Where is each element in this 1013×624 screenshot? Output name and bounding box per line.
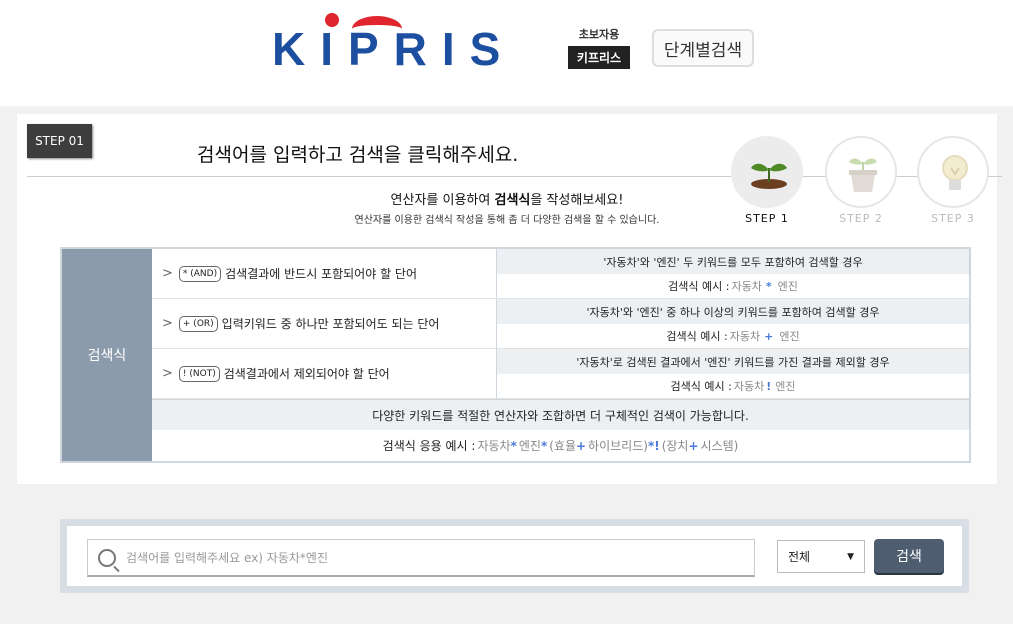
sprout-icon	[731, 136, 803, 208]
step-search-button[interactable]: 단계별검색	[652, 29, 754, 67]
step-progress: STEP 1 STEP 2 STEP 3	[729, 136, 999, 236]
operator-table: 검색식 > * (AND) 검색결과에 반드시 포함되어야 할 단어 '자동차'…	[60, 247, 971, 463]
flowerpot-icon	[825, 136, 897, 208]
example-operator: !	[766, 379, 772, 393]
example-term: (효율	[549, 439, 576, 453]
chevron-right-icon: >	[162, 316, 173, 331]
example-body: 검색식 예시 : 자동차 ! 엔진	[496, 374, 969, 399]
caret-down-icon: ▼	[847, 551, 854, 562]
beginner-main-label: 키프리스	[568, 46, 630, 69]
example-body: 검색식 예시 : 자동차 * 엔진	[496, 274, 969, 299]
search-box[interactable]	[87, 539, 755, 577]
logo-text: KIPRIS	[272, 23, 516, 75]
example-term: 엔진	[777, 280, 798, 293]
example-operator: +	[764, 329, 774, 343]
subtitle-bold: 검색식	[494, 193, 531, 208]
combination-example: 검색식 응용 예시 : 자동차 * 엔진 * (효율 + 하이브리드) *! (장치 + 시스템)	[152, 430, 969, 461]
example-label: 검색식 예시 :	[670, 380, 732, 393]
step-3-label: STEP 3	[931, 212, 975, 225]
operator-row-and: > * (AND) 검색결과에 반드시 포함되어야 할 단어	[152, 249, 496, 299]
subtitle-suffix: 을 작성해보세요!	[530, 193, 624, 208]
example-head: '자동차'와 '엔진' 두 키워드를 모두 포함하여 검색할 경우	[496, 249, 969, 274]
example-operator: *	[510, 438, 517, 453]
lightbulb-icon	[917, 136, 989, 208]
example-term: 하이브리드)	[588, 439, 648, 453]
combination-label: 검색식 응용 예시 :	[382, 439, 476, 453]
example-operator: +	[688, 438, 699, 453]
example-operator: !	[654, 438, 660, 453]
description: 연산자를 이용한 검색식 작성을 통해 좀 더 다양한 검색을 할 수 있습니다…	[354, 215, 660, 226]
search-button[interactable]: 검색	[874, 539, 944, 573]
example-term: 자동차	[731, 280, 762, 293]
step-badge: STEP 01	[27, 124, 92, 158]
step-2: STEP 2	[823, 136, 899, 225]
chevron-right-icon: >	[162, 366, 173, 381]
example-label: 검색식 예시 :	[668, 280, 730, 293]
search-panel: 전체 ▼ 검색	[60, 519, 969, 593]
search-scope-value: 전체	[788, 550, 811, 564]
example-term: 엔진	[779, 330, 800, 343]
main-panel: STEP 01 검색어를 입력하고 검색을 클릭해주세요. STEP 1 STE…	[17, 114, 1002, 484]
combination-note: 다양한 키워드를 적절한 연산자와 조합하면 더 구체적인 검색이 가능합니다.	[152, 399, 969, 430]
operator-row-not: > ! (NOT) 검색결과에서 제외되어야 할 단어	[152, 349, 496, 399]
operator-row-or: > + (OR) 입력키워드 중 하나만 포함되어도 되는 단어	[152, 299, 496, 349]
operator-desc: 검색결과에서 제외되어야 할 단어	[223, 367, 390, 381]
step-3: STEP 3	[915, 136, 991, 225]
kipris-logo[interactable]: KIPRIS	[272, 13, 542, 75]
subtitle-prefix: 연산자를 이용하여	[390, 193, 495, 208]
operator-badge-or: + (OR)	[178, 315, 218, 332]
example-term: 자동차	[729, 330, 761, 343]
operator-table-side-label: 검색식	[62, 249, 152, 461]
beginner-mode-label: 초보자용 키프리스	[568, 26, 630, 69]
operator-badge-not: ! (NOT)	[178, 365, 220, 382]
search-icon	[98, 548, 116, 567]
search-input[interactable]	[126, 550, 726, 565]
example-operator: *	[540, 438, 548, 453]
example-body: 검색식 예시 : 자동차 + 엔진	[496, 324, 969, 349]
example-head: '자동차'와 '엔진' 중 하나 이상의 키워드를 포함하여 검색할 경우	[496, 299, 969, 324]
example-operator: *	[765, 279, 772, 293]
example-label: 검색식 예시 :	[666, 330, 728, 343]
beginner-sub-label: 초보자용	[578, 28, 620, 41]
example-term: 엔진	[775, 380, 796, 393]
example-term: 엔진	[518, 439, 541, 453]
step-2-label: STEP 2	[839, 212, 883, 225]
search-scope-select[interactable]: 전체 ▼	[777, 540, 865, 573]
example-head: '자동차'로 검색된 결과에서 '엔진' 키워드를 가진 결과를 제외할 경우	[496, 349, 969, 374]
subtitle: 연산자를 이용하여 검색식을 작성해보세요!	[297, 189, 717, 208]
operator-desc: 검색결과에 반드시 포함되어야 할 단어	[225, 267, 418, 281]
example-term: 시스템)	[700, 439, 739, 453]
operator-badge-and: * (AND)	[178, 265, 222, 282]
example-term: (장치	[661, 439, 689, 453]
example-operator: +	[575, 438, 587, 453]
search-panel-inner: 전체 ▼ 검색	[67, 526, 962, 586]
operator-desc: 입력키워드 중 하나만 포함되어도 되는 단어	[221, 317, 440, 331]
example-term: 자동차	[477, 439, 511, 453]
header: KIPRIS 초보자용 키프리스 단계별검색	[0, 0, 1013, 106]
chevron-right-icon: >	[162, 266, 173, 281]
example-term: 자동차	[733, 380, 765, 393]
